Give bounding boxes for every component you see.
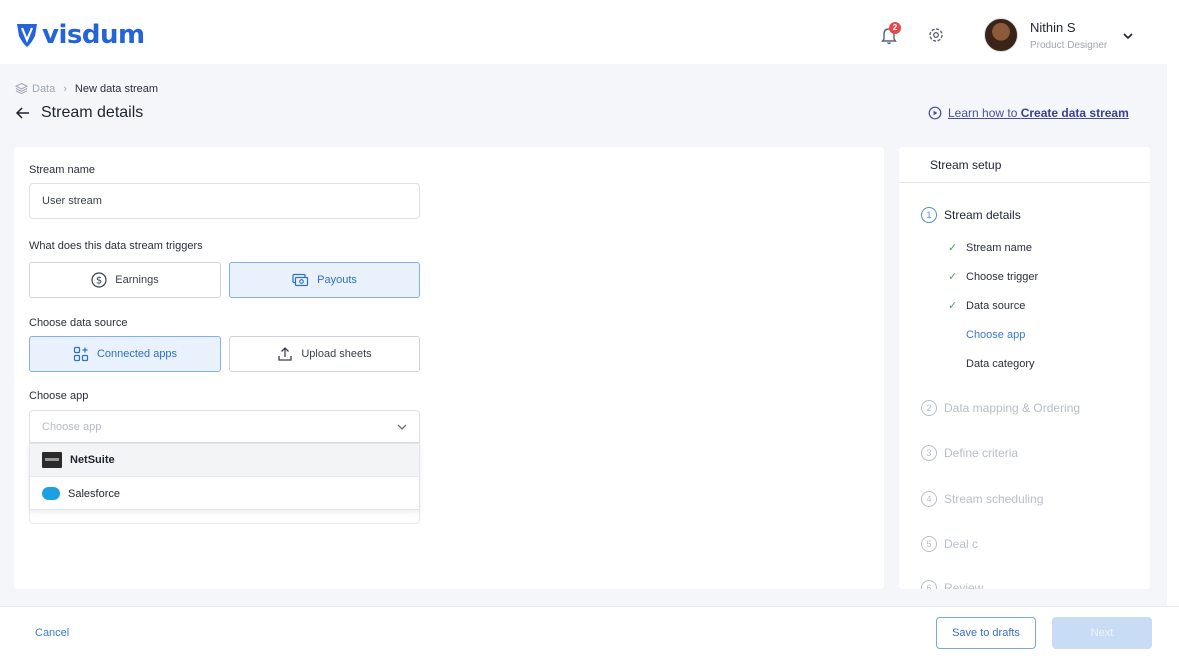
setup-step-5[interactable]: 5 Deal c <box>921 536 978 552</box>
setup-step-2[interactable]: 2 Data mapping & Ordering <box>921 400 1080 416</box>
brand-name: visdum <box>42 20 145 50</box>
app-option-netsuite[interactable]: NetSuite <box>30 444 419 477</box>
check-icon: ✓ <box>948 242 958 254</box>
setup-step-1[interactable]: 1 Stream details <box>921 207 1021 223</box>
cash-icon <box>292 273 309 287</box>
dollar-circle-icon: $ <box>91 272 107 288</box>
chevron-down-icon <box>397 424 407 430</box>
chevron-down-icon[interactable] <box>1120 28 1136 44</box>
top-bar: visdum 2 Nithin S Product Designer <box>0 0 1179 64</box>
apps-grid-icon <box>73 346 89 362</box>
step-number: 2 <box>921 400 937 416</box>
step-number: 6 <box>921 580 937 589</box>
step-label: Stream scheduling <box>944 492 1044 506</box>
step-label: Define criteria <box>944 446 1019 460</box>
svg-text:$: $ <box>96 276 102 287</box>
step-label: Data mapping & Ordering <box>944 401 1081 415</box>
scrollbar-gutter[interactable] <box>1167 64 1179 606</box>
source-upload-sheets-label: Upload sheets <box>301 348 372 360</box>
learn-link-prefix: Learn how to <box>948 106 1021 120</box>
stream-setup-title: Stream setup <box>899 147 1150 183</box>
upload-icon <box>278 347 292 361</box>
brand-logo[interactable]: visdum <box>16 20 145 50</box>
user-role: Product Designer <box>1030 40 1108 51</box>
step-number: 5 <box>921 536 937 552</box>
setup-step-3[interactable]: 3 Define criteria <box>921 445 1018 461</box>
substep-stream-name[interactable]: ✓ Stream name <box>948 241 1033 255</box>
stream-setup-panel: Stream setup 1 Stream details ✓ Stream n… <box>899 147 1150 589</box>
substep-label: Choose trigger <box>966 270 1039 283</box>
main-content: Data › New data stream Stream details Le… <box>0 64 1167 606</box>
chevron-right-icon: › <box>63 82 67 95</box>
trigger-payouts-label: Payouts <box>317 274 357 286</box>
play-circle-icon <box>928 106 942 120</box>
app-label: Choose app <box>29 390 89 402</box>
step-number: 3 <box>921 445 937 461</box>
setup-step-6[interactable]: 6 Review <box>921 580 983 589</box>
stream-name-input[interactable]: User stream <box>29 183 420 219</box>
step-label: Stream details <box>944 208 1021 222</box>
breadcrumb-current: New data stream <box>74 82 159 95</box>
stream-name-label: Stream name <box>29 164 96 176</box>
substep-data-category[interactable]: Data category <box>966 358 1034 370</box>
breadcrumb-data[interactable]: Data <box>15 82 55 95</box>
cancel-button[interactable]: Cancel <box>35 627 69 639</box>
substep-label: Choose app <box>966 329 1026 341</box>
step-label: Review <box>944 581 984 589</box>
choose-app-select[interactable]: Choose app <box>29 410 420 443</box>
user-avatar[interactable] <box>984 18 1018 52</box>
breadcrumb-data-label: Data <box>32 82 56 95</box>
page-title: Stream details <box>41 104 144 121</box>
stream-form-card: Stream name User stream What does this d… <box>14 147 884 589</box>
breadcrumb: Data › New data stream <box>15 82 158 95</box>
source-connected-apps-button[interactable]: Connected apps <box>29 336 221 372</box>
app-option-salesforce[interactable]: Salesforce <box>30 477 419 510</box>
step-number: 4 <box>921 491 937 507</box>
substep-label: Stream name <box>966 241 1033 254</box>
source-connected-apps-label: Connected apps <box>96 348 178 360</box>
page-header: Stream details <box>15 104 143 122</box>
visdum-logo-icon <box>17 24 37 47</box>
substep-label: Data category <box>966 358 1035 370</box>
trigger-label: What does this data stream triggers <box>29 240 203 252</box>
trigger-payouts-button[interactable]: Payouts <box>229 262 420 298</box>
substep-choose-app[interactable]: Choose app <box>966 329 1025 341</box>
app-option-netsuite-label: NetSuite <box>70 454 115 466</box>
layers-icon <box>15 82 28 95</box>
app-options-menu: NetSuite Salesforce <box>29 443 420 510</box>
substep-label: Data source <box>966 299 1026 312</box>
check-icon: ✓ <box>948 271 958 283</box>
user-name: Nithin S <box>1030 20 1076 35</box>
learn-link-bold: Create data stream <box>1020 106 1129 120</box>
learn-link[interactable]: Learn how to Create data stream <box>928 106 1129 120</box>
salesforce-logo-icon <box>42 487 60 500</box>
check-icon: ✓ <box>948 300 958 312</box>
substep-choose-trigger[interactable]: ✓ Choose trigger <box>948 270 1039 284</box>
footer-bar: Cancel Save to drafts Next <box>0 606 1179 671</box>
next-button[interactable]: Next <box>1052 617 1152 649</box>
setup-step-4[interactable]: 4 Stream scheduling <box>921 491 1043 507</box>
save-to-drafts-button[interactable]: Save to drafts <box>936 617 1036 649</box>
trigger-earnings-label: Earnings <box>115 274 159 286</box>
substep-data-source[interactable]: ✓ Data source <box>948 299 1026 313</box>
trigger-earnings-button[interactable]: $ Earnings <box>29 262 221 298</box>
choose-app-placeholder: Choose app <box>42 420 102 433</box>
step-label: Deal c <box>944 537 979 551</box>
app-option-salesforce-label: Salesforce <box>68 487 120 500</box>
netsuite-logo-icon <box>42 452 62 468</box>
settings-gear-icon[interactable] <box>927 26 945 44</box>
notification-count-badge: 2 <box>889 22 901 34</box>
source-label: Choose data source <box>29 317 128 329</box>
source-upload-sheets-button[interactable]: Upload sheets <box>229 336 420 372</box>
step-number: 1 <box>921 207 937 223</box>
learn-link-text[interactable]: Learn how to Create data stream <box>948 106 1129 120</box>
back-arrow-icon[interactable] <box>15 106 31 120</box>
